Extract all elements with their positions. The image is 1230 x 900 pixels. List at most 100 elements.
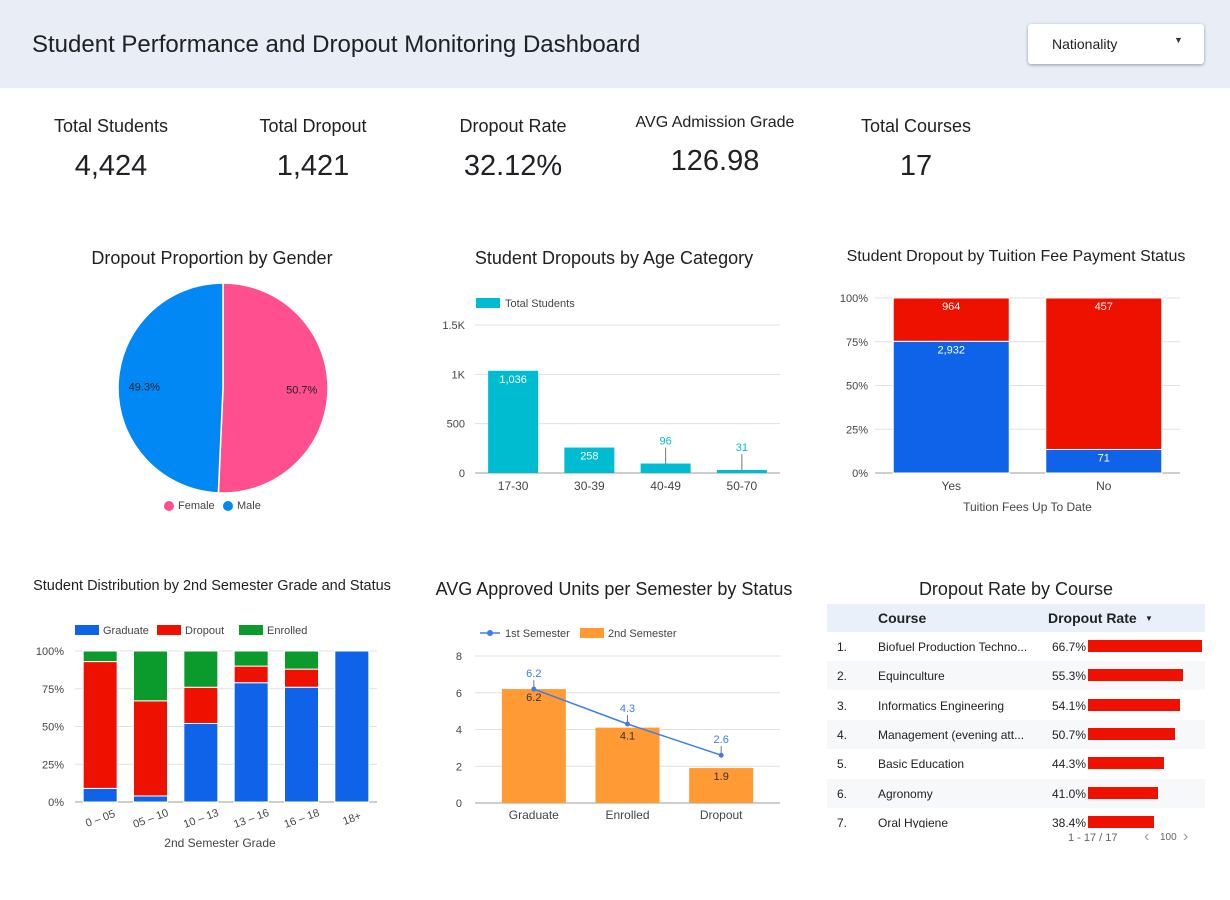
table-header: Course Dropout Rate ▼ [827, 604, 1205, 632]
x-tick-label: 13 – 16 [232, 807, 271, 831]
bar-value-label: 4.1 [620, 731, 635, 743]
nationality-filter-dropdown[interactable]: Nationality ▼ [1028, 24, 1204, 64]
row-rank: 4. [837, 727, 848, 742]
table-row[interactable]: 1. Biofuel Production Techno... 66.7% [827, 632, 1205, 661]
bar-value-label: 96 [660, 436, 672, 448]
bar-value-label: 1,036 [499, 374, 527, 386]
chevron-down-icon: ▼ [1174, 35, 1183, 45]
gender-pie-chart: 50.7% 49.3% Female Male [117, 282, 329, 512]
bar-age-50-70 [716, 469, 767, 473]
x-axis-title: 2nd Semester Grade [164, 836, 276, 850]
row-rate-bar [1088, 669, 1183, 682]
units-combo-chart: 0 2 4 6 8 1st Semester 2nd Semester 6.2 Graduate… [456, 628, 780, 822]
previous-page-icon[interactable]: ‹ [1144, 828, 1149, 846]
table-row[interactable]: 4. Management (evening att... 50.7% [827, 719, 1205, 749]
tuition-stacked-chart: 0% 25% 50% 75% 100% 2,932 964 Yes 71 457 No Tuition… [840, 293, 1180, 514]
row-dropout-rate: 66.7% [1052, 640, 1087, 654]
tuition-chart-title: Student Dropout by Tuition Fee Payment S… [846, 248, 1186, 265]
units-chart-title: AVG Approved Units per Semester by Statu… [435, 579, 793, 599]
row-rate-bar [1088, 815, 1154, 828]
kpi-dropout-rate: Dropout Rate 32.12% [418, 116, 608, 183]
column-header-course[interactable]: Course [878, 610, 926, 626]
y-tick-label: 1.5K [442, 320, 465, 332]
next-page-icon[interactable]: › [1183, 828, 1188, 846]
course-table: Course Dropout Rate ▼ 1. Biofuel Producti… [827, 604, 1205, 828]
age-chart-title: Student Dropouts by Age Category [474, 248, 754, 268]
stacked-bar-segment [133, 700, 168, 797]
kpi-total-dropout: Total Dropout 1,421 [218, 116, 408, 183]
y-tick-label: 25% [42, 759, 64, 771]
bar-2nd-semester [501, 689, 566, 803]
pager-range: 1 - 17 / 17 [1068, 832, 1118, 844]
gender-chart-title: Dropout Proportion by Gender [91, 248, 333, 268]
row-dropout-rate: 38.4% [1052, 815, 1087, 828]
stacked-bar-segment [82, 650, 118, 663]
legend-marker [580, 628, 604, 638]
legend-marker [157, 625, 181, 635]
row-course-name: Oral Hygiene [878, 815, 949, 828]
row-dropout-rate: 55.3% [1052, 669, 1087, 684]
line-value-label: 4.3 [620, 703, 635, 715]
stacked-bar-segment [284, 650, 319, 670]
row-course-name: Management (evening att... [878, 727, 1025, 742]
row-course-name: Agronomy [878, 786, 933, 801]
kpi-value: 126.98 [670, 145, 760, 177]
pie-slice-label: 50.7% [286, 385, 317, 397]
pager-page-size[interactable]: 100 [1160, 832, 1177, 843]
kpi-value: 4,424 [74, 150, 148, 182]
legend-label: Total Students [505, 298, 575, 310]
x-tick-label: 10 – 13 [182, 807, 221, 831]
x-tick-label: Dropout [700, 808, 743, 822]
legend-marker [164, 501, 174, 511]
table-row[interactable]: 2. Equinculture 55.3% [827, 661, 1205, 691]
row-dropout-rate: 54.1% [1052, 698, 1087, 713]
stacked-bar-segment [334, 650, 370, 803]
row-course-name: Equinculture [878, 669, 945, 684]
y-tick-label: 25% [846, 424, 868, 436]
y-tick-label: 500 [447, 419, 465, 431]
table-row[interactable]: 3. Informatics Engineering 54.1% [827, 691, 1205, 720]
legend-line-marker-dot [487, 630, 493, 636]
y-tick-label: 0% [852, 468, 868, 480]
segment-value-label: 457 [1095, 301, 1113, 313]
stacked-bar-segment [133, 795, 168, 803]
sort-desc-icon[interactable]: ▼ [1145, 614, 1153, 623]
column-header-dropout-rate[interactable]: Dropout Rate [1048, 610, 1137, 626]
row-course-name: Informatics Engineering [878, 698, 1005, 713]
page-title: Student Performance and Dropout Monitori… [32, 31, 641, 58]
x-tick-label: No [1096, 479, 1112, 493]
legend-label: Female [178, 500, 215, 512]
table-row[interactable]: 6. Agronomy 41.0% [827, 778, 1205, 808]
legend-marker [223, 501, 233, 511]
legend-marker [75, 625, 99, 635]
bar-value-label: 6.2 [526, 692, 541, 704]
stacked-bar-segment [284, 686, 319, 803]
row-rate-bar [1088, 786, 1159, 799]
table-row[interactable]: 7. Oral Hygiene 38.4% [827, 808, 1205, 828]
course-chart-title: Dropout Rate by Course [918, 579, 1114, 599]
grade-chart-title: Student Distribution by 2nd Semester Gra… [33, 578, 391, 594]
y-tick-label: 0 [459, 468, 465, 480]
kpi-value: 1,421 [276, 150, 350, 182]
y-tick-label: 6 [456, 688, 462, 700]
x-tick-label: 18+ [341, 810, 363, 828]
line-value-label: 6.2 [526, 668, 541, 680]
stacked-bar-segment [183, 650, 219, 688]
row-rank: 1. [837, 640, 848, 654]
y-tick-label: 0% [48, 797, 64, 809]
stacked-bar-segment [233, 650, 269, 667]
table-row[interactable]: 5. Basic Education 44.3% [827, 749, 1205, 778]
row-rank: 5. [837, 757, 848, 772]
y-tick-label: 2 [456, 761, 462, 773]
x-tick-label: 16 – 18 [283, 807, 322, 831]
x-tick-label: Yes [941, 479, 961, 493]
x-axis-title: Tuition Fees Up To Date [963, 500, 1092, 514]
bar-age-40-49 [640, 463, 691, 473]
x-tick-label: Graduate [509, 808, 559, 822]
y-tick-label: 75% [42, 684, 64, 696]
stacked-bar-segment [183, 686, 219, 724]
legend-marker [476, 298, 500, 308]
bar-value-label: 1.9 [714, 771, 729, 783]
y-tick-label: 4 [456, 725, 462, 737]
row-dropout-rate: 50.7% [1052, 727, 1087, 742]
